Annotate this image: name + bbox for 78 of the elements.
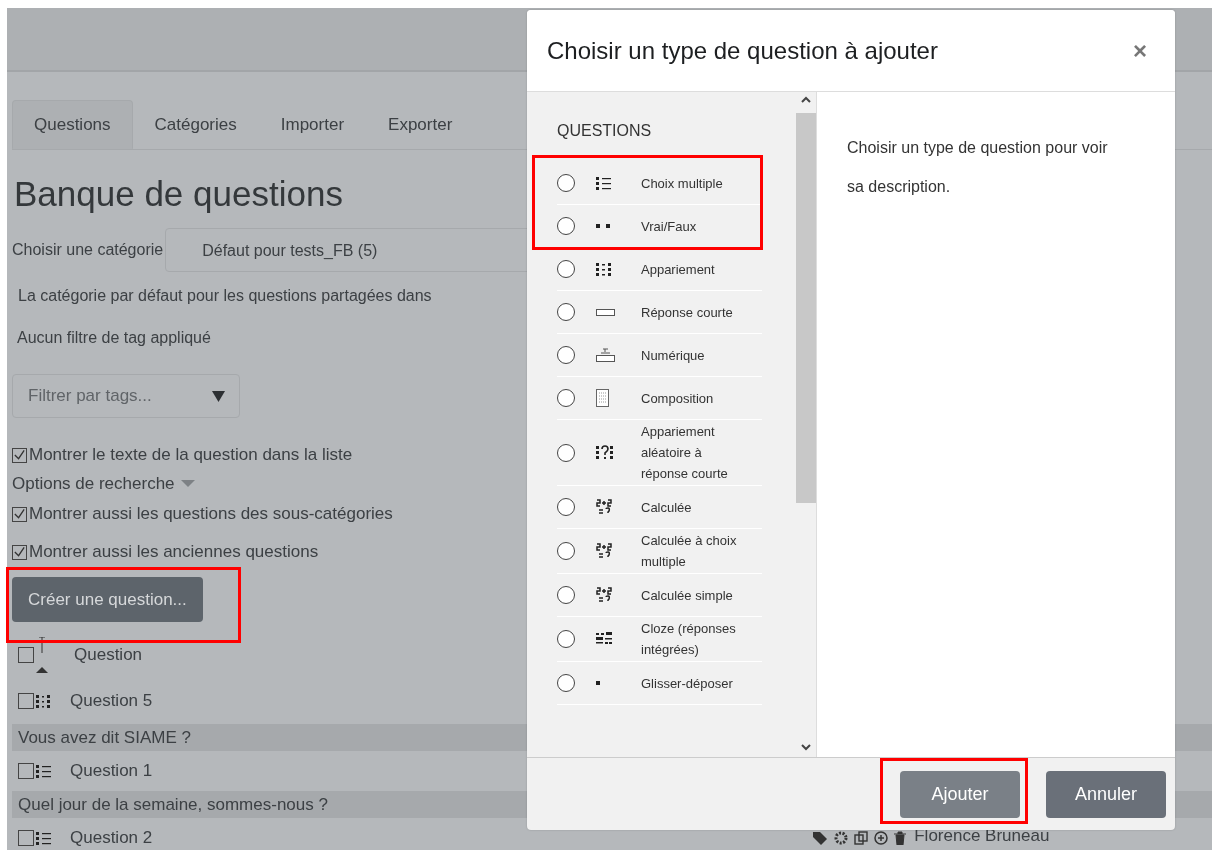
- question-type-label[interactable]: Glisser-déposer: [641, 672, 747, 694]
- checkbox[interactable]: [18, 693, 34, 709]
- category-description: La catégorie par défaut pour les questions partagées dans: [18, 286, 433, 306]
- caret-icon: [180, 480, 195, 488]
- list-icon: [36, 763, 52, 779]
- radio-button[interactable]: [557, 443, 575, 462]
- category-label: Choisir une catégorie: [12, 241, 164, 259]
- tag-filter-status: Aucun filtre de tag appliqué: [17, 328, 212, 348]
- create-question-button[interactable]: Créer une question...: [12, 577, 203, 622]
- radio-button[interactable]: [557, 303, 575, 321]
- number-box-icon: [596, 348, 615, 362]
- question-type-label[interactable]: Composition: [641, 387, 747, 409]
- scroll-up-icon[interactable]: [801, 96, 811, 103]
- checkbox[interactable]: [18, 647, 34, 663]
- settings-icon[interactable]: [834, 831, 849, 845]
- tab[interactable]: Exporter: [366, 100, 475, 149]
- list-icon: [596, 175, 612, 191]
- question-type-label[interactable]: Calculée: [641, 496, 747, 518]
- question-name: Question 5: [70, 691, 153, 711]
- radio-button[interactable]: [557, 346, 575, 364]
- radio-button[interactable]: [557, 630, 575, 648]
- search-options-link[interactable]: Options de recherche: [12, 474, 175, 494]
- question-type-label[interactable]: Numérique: [641, 344, 747, 366]
- dot-grid-icon: [596, 261, 612, 277]
- type-description: Choisir un type de question pour voir sa description.: [817, 92, 1175, 757]
- radio-button[interactable]: [557, 586, 575, 604]
- cancel-button[interactable]: Annuler: [1046, 770, 1166, 818]
- zoom-in-icon[interactable]: [874, 831, 889, 845]
- section-heading: QUESTIONS: [557, 122, 653, 141]
- checkbox-label: Montrer aussi les questions des sous-catégories: [29, 504, 393, 524]
- radio-button[interactable]: [557, 260, 575, 278]
- list-icon: [36, 830, 52, 846]
- radio-button[interactable]: [557, 389, 575, 407]
- author-name: Florence Bruneau: [914, 826, 1050, 846]
- radio-button[interactable]: [557, 498, 575, 516]
- question-type-label[interactable]: Choix multiple: [641, 172, 747, 194]
- question-grid-icon: [596, 444, 614, 461]
- question-type-label[interactable]: Calculée simple: [641, 584, 747, 606]
- formula-icon: [596, 586, 612, 604]
- sort-icon[interactable]: [36, 637, 48, 673]
- question-name: Question: [74, 645, 143, 665]
- trash-icon[interactable]: [894, 831, 907, 845]
- checkbox[interactable]: [12, 506, 27, 522]
- scrollbar-thumb[interactable]: [796, 113, 816, 503]
- copy-icon[interactable]: [854, 831, 869, 845]
- blanks-icon: [596, 632, 612, 646]
- dot-grid-icon: [36, 693, 52, 709]
- question-type-label[interactable]: Calculée à choix multiple: [641, 530, 747, 572]
- question-type-label[interactable]: Cloze (réponses intégrées): [641, 618, 747, 660]
- question-type-label[interactable]: Appariement aléatoire à réponse courte: [641, 421, 747, 484]
- document-icon: [596, 389, 609, 407]
- add-button[interactable]: Ajouter: [900, 770, 1020, 818]
- radio-button[interactable]: [557, 217, 575, 235]
- radio-button[interactable]: [557, 174, 575, 192]
- question-type-label[interactable]: Réponse courte: [641, 301, 747, 323]
- scroll-down-icon[interactable]: [801, 744, 811, 751]
- dropdown-icon: [212, 391, 225, 402]
- tag-filter-field[interactable]: Filtrer par tags...: [12, 374, 240, 418]
- question-name: Question 2: [70, 828, 153, 848]
- text-box-icon: [596, 308, 615, 316]
- close-button[interactable]: ×: [1125, 36, 1155, 65]
- dialog-title: Choisir un type de question à ajouter: [547, 36, 938, 65]
- checkbox[interactable]: [12, 447, 27, 463]
- question-name: Question 1: [70, 761, 153, 781]
- tab[interactable]: Catégories: [132, 100, 259, 149]
- tab[interactable]: Importer: [258, 100, 367, 149]
- checkbox[interactable]: [18, 763, 34, 779]
- checkbox[interactable]: [12, 544, 27, 560]
- checkbox-label: Montrer le texte de la question dans la liste: [29, 445, 353, 465]
- checkbox[interactable]: [18, 830, 34, 846]
- page-title: Banque de questions: [14, 174, 343, 214]
- formula-icon: [596, 498, 612, 516]
- radio-button[interactable]: [557, 674, 575, 692]
- formula-icon: [596, 542, 612, 560]
- two-dots-icon: [596, 224, 610, 228]
- radio-button[interactable]: [557, 542, 575, 560]
- tab[interactable]: Questions: [12, 100, 133, 149]
- checkbox-label: Montrer aussi les anciennes questions: [29, 542, 319, 562]
